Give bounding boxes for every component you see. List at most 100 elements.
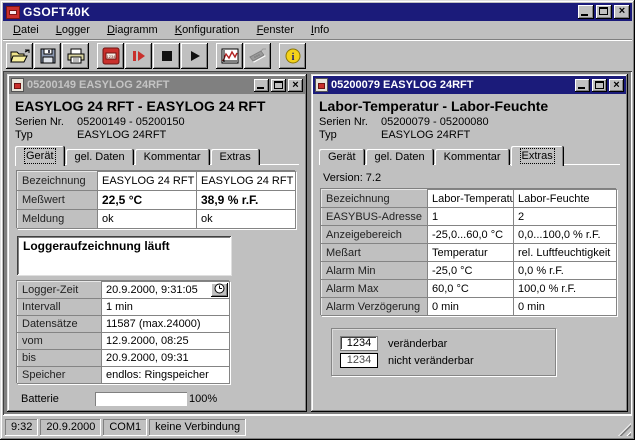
type-label: Typ xyxy=(15,129,77,141)
start-record-button[interactable] xyxy=(125,43,152,69)
menu-konfiguration[interactable]: Konfiguration xyxy=(169,22,246,38)
tab-gel-daten[interactable]: gel. Daten xyxy=(66,149,134,165)
readonly-field-sample: 1234 xyxy=(340,353,378,368)
printer-icon xyxy=(67,48,85,64)
child1-maximize-button[interactable] xyxy=(271,79,286,92)
serial-value: 05200079 - 05200080 xyxy=(381,116,620,128)
child1-titlebar[interactable]: 05200149 EASYLOG 24RFT × xyxy=(9,76,305,94)
menubar: Datei Logger Diagramm Konfiguration Fens… xyxy=(3,21,632,40)
menu-datei[interactable]: Datei xyxy=(7,22,45,38)
menu-logger[interactable]: Logger xyxy=(50,22,96,38)
close-button[interactable]: × xyxy=(614,5,630,19)
app-logo-icon xyxy=(6,6,20,19)
menu-info[interactable]: Info xyxy=(305,22,335,38)
table-row: Datensätze 11587 (max.24000) xyxy=(18,316,230,333)
statusbar-time: 9:32 xyxy=(5,419,38,436)
child1-tabstrip: Gerät gel. Daten Kommentar Extras xyxy=(15,145,299,165)
table-row: Meßwert 22,5 °C 38,9 % r.F. xyxy=(18,191,296,210)
type-value: EASYLOG 24RFT xyxy=(77,129,299,141)
logger-info-table: Logger-Zeit 20.9.2000, 9:31:05 Intervall… xyxy=(17,281,230,384)
serial-label: Serien Nr. xyxy=(319,116,381,128)
print-button[interactable] xyxy=(62,43,89,69)
table-row: Speicher endlos: Ringspeicher xyxy=(18,367,230,384)
tab-extras[interactable]: Extras xyxy=(211,149,260,165)
child2-close-button[interactable]: × xyxy=(609,79,624,92)
tab-kommentar[interactable]: Kommentar xyxy=(135,149,210,165)
record-start-icon xyxy=(132,49,146,63)
table-row: Bezeichnung EASYLOG 24 RFT EASYLOG 24 RF… xyxy=(18,172,296,191)
child2-titlebar[interactable]: 05200079 EASYLOG 24RFT × xyxy=(313,76,626,94)
serial-label: Serien Nr. xyxy=(15,116,77,128)
battery-percent: 100% xyxy=(189,393,217,405)
maximize-button[interactable] xyxy=(596,5,612,19)
child1-title: 05200149 EASYLOG 24RFT xyxy=(27,79,254,91)
save-button[interactable] xyxy=(34,43,61,69)
table-row: Alarm Max 60,0 °C 100,0 % r.F. xyxy=(322,280,617,298)
menu-diagramm[interactable]: Diagramm xyxy=(101,22,164,38)
logger-device-icon: 1234 xyxy=(102,47,120,65)
tab-geraet[interactable]: Gerät xyxy=(319,149,365,165)
battery-row: Batterie 100% xyxy=(17,392,297,406)
child2-heading: Labor-Temperatur - Labor-Feuchte xyxy=(319,98,620,114)
table-row: Logger-Zeit 20.9.2000, 9:31:05 xyxy=(18,282,230,299)
table-row: vom 12.9.2000, 08:25 xyxy=(18,333,230,350)
serial-value: 05200149 - 05200150 xyxy=(77,116,299,128)
legend-item-editable: 1234 veränderbar xyxy=(340,336,547,351)
battery-progressbar xyxy=(95,392,187,406)
child2-tabstrip: Gerät gel. Daten Kommentar Extras xyxy=(319,145,620,165)
extras-settings-table: Bezeichnung Labor-Temperatur Labor-Feuch… xyxy=(321,189,617,316)
table-row: Intervall 1 min xyxy=(18,299,230,316)
child2-maximize-button[interactable] xyxy=(592,79,607,92)
svg-text:i: i xyxy=(291,52,294,63)
minimize-button[interactable] xyxy=(578,5,594,19)
table-row: Anzeigebereich -25,0...60,0 °C 0,0...100… xyxy=(322,226,617,244)
child2-minimize-button[interactable] xyxy=(575,79,590,92)
gsoft40k-window: GSOFT40K × Datei Logger Diagramm Konfigu… xyxy=(0,0,635,440)
table-row: Meßart Temperatur rel. Luftfeuchtigkeit xyxy=(322,244,617,262)
statusbar-connection: keine Verbindung xyxy=(149,419,246,436)
statusbar-date: 20.9.2000 xyxy=(40,419,101,436)
table-row: bis 20.9.2000, 09:31 xyxy=(18,350,230,367)
child2-title: 05200079 EASYLOG 24RFT xyxy=(331,79,575,91)
play-icon xyxy=(189,50,201,62)
logger-display-button[interactable]: 1234 xyxy=(97,43,124,69)
table-row: Bezeichnung Labor-Temperatur Labor-Feuch… xyxy=(322,190,617,208)
legend-label: veränderbar xyxy=(388,338,447,350)
logger-status-message: Loggeraufzeichnung läuft xyxy=(23,239,170,253)
main-titlebar[interactable]: GSOFT40K × xyxy=(3,3,632,21)
child1-heading: EASYLOG 24 RFT - EASYLOG 24 RFT xyxy=(15,98,299,114)
logger-document-icon xyxy=(315,78,328,92)
device-measurement-table: Bezeichnung EASYLOG 24 RFT EASYLOG 24 RF… xyxy=(17,171,296,229)
child1-minimize-button[interactable] xyxy=(254,79,269,92)
stop-icon xyxy=(161,50,173,62)
logger-document-icon xyxy=(11,78,24,92)
logger-status-box: Loggeraufzeichnung läuft xyxy=(17,236,232,276)
resize-grip[interactable] xyxy=(618,423,631,436)
tab-extras[interactable]: Extras xyxy=(511,146,564,166)
legend-label: nicht veränderbar xyxy=(388,355,474,367)
menu-fenster[interactable]: Fenster xyxy=(251,22,300,38)
info-button[interactable]: i xyxy=(279,43,306,69)
stop-button[interactable] xyxy=(153,43,180,69)
tab-geraet[interactable]: Gerät xyxy=(15,146,65,166)
table-row: EASYBUS-Adresse 1 2 xyxy=(322,208,617,226)
floppy-disk-icon xyxy=(40,48,56,64)
tab-kommentar[interactable]: Kommentar xyxy=(435,149,510,165)
table-row: Alarm Min -25,0 °C 0,0 % r.F. xyxy=(322,262,617,280)
serial-connector-icon xyxy=(248,48,268,64)
child-window-05200079: 05200079 EASYLOG 24RFT × Labor-Temperatu… xyxy=(311,74,628,412)
editability-legend: 1234 veränderbar 1234 nicht veränderbar xyxy=(331,328,556,376)
connection-button[interactable] xyxy=(244,43,271,69)
table-row: Meldung ok ok xyxy=(18,210,296,229)
tab-gel-daten[interactable]: gel. Daten xyxy=(366,149,434,165)
chart-icon xyxy=(221,48,239,64)
child1-close-button[interactable]: × xyxy=(288,79,303,92)
toolbar: 1234 i xyxy=(3,40,632,71)
set-clock-button[interactable] xyxy=(211,283,228,297)
play-button[interactable] xyxy=(181,43,208,69)
open-file-button[interactable] xyxy=(6,43,33,69)
open-folder-icon xyxy=(10,48,30,64)
diagram-button[interactable] xyxy=(216,43,243,69)
editable-field-sample: 1234 xyxy=(340,336,378,351)
child2-tab-panel-extras: Version: 7.2 Bezeichnung Labor-Temperatu… xyxy=(319,169,620,406)
